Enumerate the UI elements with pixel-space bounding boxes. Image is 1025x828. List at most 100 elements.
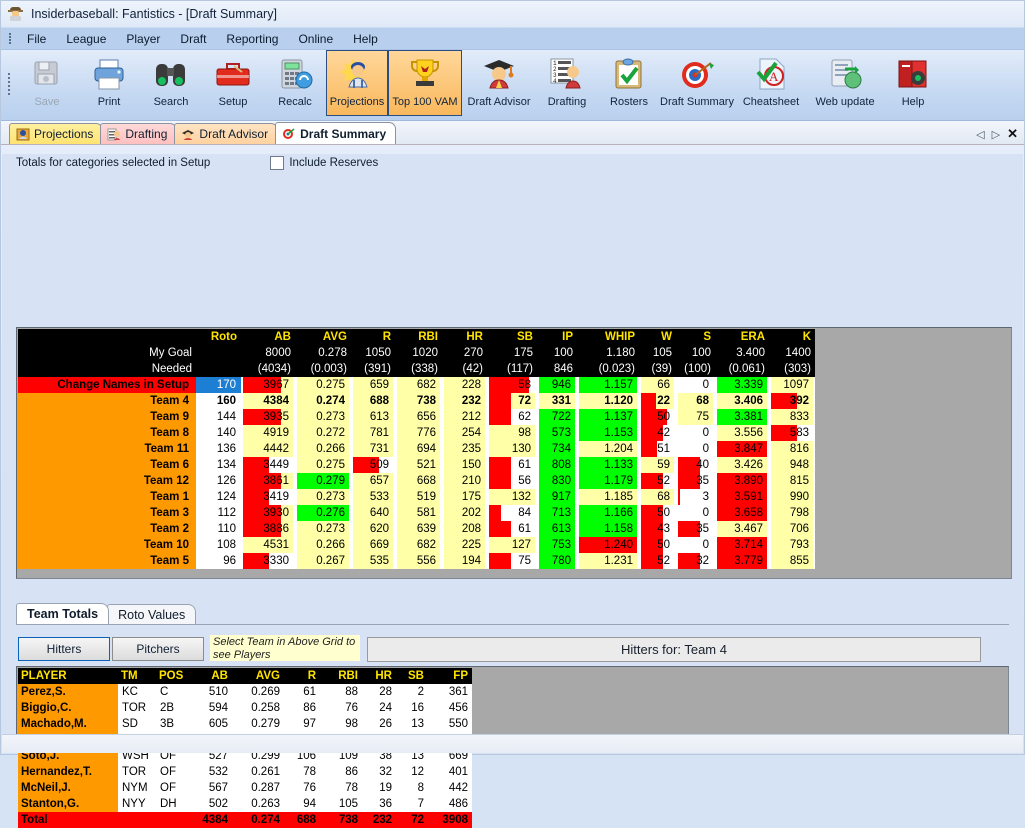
team-name-cell[interactable]: Change Names in Setup xyxy=(18,377,196,393)
player-stat-cell[interactable]: 76 xyxy=(284,780,320,796)
stat-cell[interactable]: 533 xyxy=(351,489,395,505)
toolbar-draft-advisor-button[interactable]: Draft Advisor xyxy=(462,50,536,116)
tab-draft-advisor[interactable]: Draft Advisor xyxy=(174,123,279,144)
stat-cell[interactable]: 132 xyxy=(487,489,537,505)
player-stat-cell[interactable]: 532 xyxy=(192,764,232,780)
stat-cell[interactable]: 68 xyxy=(639,489,676,505)
player-stat-cell[interactable]: 567 xyxy=(192,780,232,796)
stat-cell[interactable]: 556 xyxy=(395,553,442,569)
player-stat-cell[interactable]: 32 xyxy=(362,764,396,780)
stat-cell[interactable]: 833 xyxy=(769,409,815,425)
stat-cell[interactable]: 657 xyxy=(351,473,395,489)
stat-cell[interactable]: 688 xyxy=(351,393,395,409)
team-row[interactable]: Team 12 126 3861 0.279 657 668 210 56 830 1.179 52… xyxy=(18,473,815,489)
team-row[interactable]: Team 10 108 4531 0.266 669 682 225 127 753 1.240 5… xyxy=(18,537,815,553)
player-row[interactable]: Perez,S. KC C 510 0.269 61 88 28 2 361 xyxy=(18,684,472,700)
team-row[interactable]: Team 4 160 4384 0.274 688 738 232 72 331 1.120 22 6… xyxy=(18,393,815,409)
player-stat-cell[interactable]: 19 xyxy=(362,780,396,796)
player-stat-cell[interactable]: 401 xyxy=(428,764,472,780)
player-stat-cell[interactable]: KC xyxy=(118,684,156,700)
toolbar-top100vam-button[interactable]: Top 100 VAM xyxy=(388,50,462,116)
stat-cell[interactable]: 130 xyxy=(487,441,537,457)
menu-item-player[interactable]: Player xyxy=(116,30,170,48)
stat-cell[interactable]: 776 xyxy=(395,425,442,441)
player-stat-cell[interactable]: 361 xyxy=(428,684,472,700)
stat-cell[interactable]: 535 xyxy=(351,553,395,569)
stat-cell[interactable]: 639 xyxy=(395,521,442,537)
stat-cell[interactable]: 228 xyxy=(442,377,487,393)
stat-cell[interactable]: 1.157 xyxy=(577,377,639,393)
player-stat-cell[interactable]: 605 xyxy=(192,716,232,732)
stat-cell[interactable]: 0.276 xyxy=(295,505,351,521)
stat-cell[interactable]: 0.266 xyxy=(295,441,351,457)
stat-cell[interactable]: 3.467 xyxy=(715,521,769,537)
toolbar-projections-button[interactable]: Projections xyxy=(326,50,388,116)
toolbar-help-button[interactable]: Help xyxy=(882,50,944,116)
toolbar-draft-summary-button[interactable]: Draft Summary xyxy=(660,50,734,116)
player-name-cell[interactable]: Hernandez,T. xyxy=(18,764,118,780)
stat-cell[interactable]: 668 xyxy=(395,473,442,489)
stat-cell[interactable]: 212 xyxy=(442,409,487,425)
team-row[interactable]: Team 5 96 3330 0.267 535 556 194 75 780 1.231 52 32… xyxy=(18,553,815,569)
stat-cell[interactable]: 1.120 xyxy=(577,393,639,409)
stat-cell[interactable]: 1.204 xyxy=(577,441,639,457)
menu-item-draft[interactable]: Draft xyxy=(170,30,216,48)
stat-cell[interactable]: 780 xyxy=(537,553,577,569)
stat-cell[interactable]: 35 xyxy=(676,521,715,537)
stat-cell[interactable]: 640 xyxy=(351,505,395,521)
pitchers-button[interactable]: Pitchers xyxy=(112,637,204,661)
tab-drafting[interactable]: Drafting xyxy=(100,123,178,144)
stat-cell[interactable]: 72 xyxy=(487,393,537,409)
player-stat-cell[interactable]: 24 xyxy=(362,700,396,716)
stat-cell[interactable]: 815 xyxy=(769,473,815,489)
stat-cell[interactable]: 4442 xyxy=(241,441,295,457)
stat-cell[interactable]: 613 xyxy=(537,521,577,537)
stat-cell[interactable]: 1.240 xyxy=(577,537,639,553)
team-row[interactable]: Team 11 136 4442 0.266 731 694 235 130 734 1.204 5… xyxy=(18,441,815,457)
stat-cell[interactable]: 40 xyxy=(676,457,715,473)
player-stat-cell[interactable]: 97 xyxy=(284,716,320,732)
stat-cell[interactable]: 1.185 xyxy=(577,489,639,505)
stat-cell[interactable]: 51 xyxy=(639,441,676,457)
player-stat-cell[interactable]: 0.258 xyxy=(232,700,284,716)
stat-cell[interactable]: 781 xyxy=(351,425,395,441)
player-stat-cell[interactable]: 13 xyxy=(396,716,428,732)
roto-cell[interactable]: 136 xyxy=(196,441,241,457)
player-stat-cell[interactable]: 0.263 xyxy=(232,796,284,812)
tab-draft-summary[interactable]: Draft Summary xyxy=(275,122,397,144)
stat-cell[interactable]: 0.275 xyxy=(295,457,351,473)
team-row[interactable]: Team 8 140 4919 0.272 781 776 254 98 573 1.153 42 0… xyxy=(18,425,815,441)
stat-cell[interactable]: 225 xyxy=(442,537,487,553)
stat-cell[interactable]: 3 xyxy=(676,489,715,505)
team-name-cell[interactable]: Team 2 xyxy=(18,521,196,537)
stat-cell[interactable]: 3449 xyxy=(241,457,295,473)
toolbar-cheatsheet-button[interactable]: A Cheatsheet xyxy=(734,50,808,116)
menu-item-reporting[interactable]: Reporting xyxy=(216,30,288,48)
stat-cell[interactable]: 3.714 xyxy=(715,537,769,553)
stat-cell[interactable]: 0.279 xyxy=(295,473,351,489)
stat-cell[interactable]: 3.658 xyxy=(715,505,769,521)
player-stat-cell[interactable]: NYY xyxy=(118,796,156,812)
stat-cell[interactable]: 0 xyxy=(676,425,715,441)
player-stat-cell[interactable]: DH xyxy=(156,796,192,812)
stat-cell[interactable]: 3.890 xyxy=(715,473,769,489)
player-name-cell[interactable]: Perez,S. xyxy=(18,684,118,700)
stat-cell[interactable]: 1.179 xyxy=(577,473,639,489)
player-stat-cell[interactable]: 61 xyxy=(284,684,320,700)
stat-cell[interactable]: 50 xyxy=(639,537,676,553)
player-stat-cell[interactable]: 16 xyxy=(396,700,428,716)
stat-cell[interactable]: 4531 xyxy=(241,537,295,553)
tab-projections[interactable]: Projections xyxy=(9,123,104,144)
stat-cell[interactable]: 573 xyxy=(537,425,577,441)
stat-cell[interactable]: 3935 xyxy=(241,409,295,425)
stat-cell[interactable]: 0.275 xyxy=(295,377,351,393)
stat-cell[interactable]: 68 xyxy=(676,393,715,409)
player-stat-cell[interactable]: 12 xyxy=(396,764,428,780)
stat-cell[interactable]: 0.273 xyxy=(295,409,351,425)
player-stat-cell[interactable]: 550 xyxy=(428,716,472,732)
toolbar-search-button[interactable]: Search xyxy=(140,50,202,116)
team-name-cell[interactable]: Team 9 xyxy=(18,409,196,425)
player-stat-cell[interactable]: 3B xyxy=(156,716,192,732)
player-stat-cell[interactable]: OF xyxy=(156,780,192,796)
player-stat-cell[interactable]: 86 xyxy=(320,764,362,780)
